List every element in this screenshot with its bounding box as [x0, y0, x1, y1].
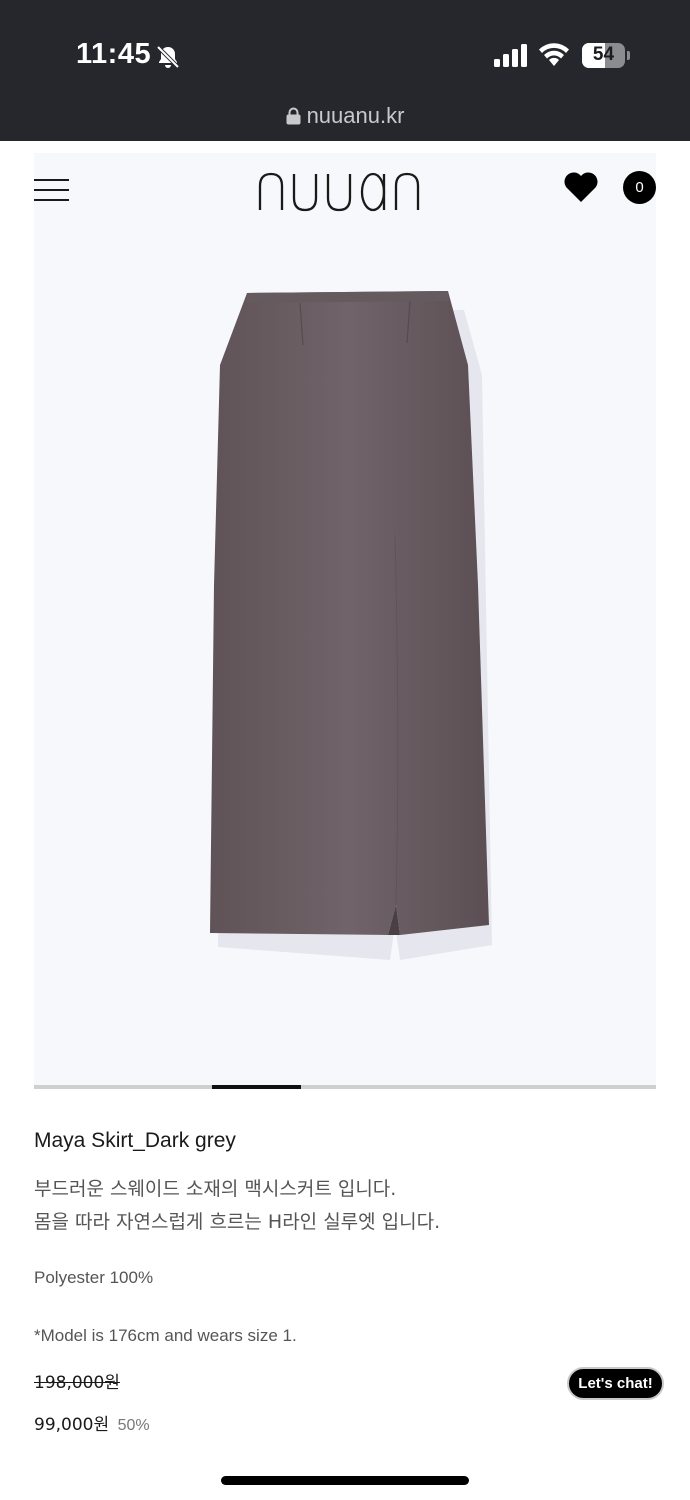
heart-icon[interactable] [563, 171, 599, 203]
bell-slash-icon [156, 45, 180, 69]
model-size-note: *Model is 176cm and wears size 1. [34, 1326, 297, 1345]
product-description-line1: 부드러운 스웨이드 소재의 맥시스커트 입니다. [34, 1178, 397, 1200]
battery-level: 54 [592, 44, 615, 65]
wifi-icon [539, 43, 569, 66]
status-bar: 11:45 54 nuuanu.kr [0, 0, 690, 141]
carousel-progress[interactable] [34, 1085, 656, 1089]
home-indicator[interactable] [221, 1476, 469, 1485]
lock-icon [286, 107, 301, 125]
cellular-signal-icon [494, 44, 527, 67]
product-material: Polyester 100% [34, 1268, 154, 1287]
product-image-skirt[interactable] [200, 285, 510, 965]
product-description-line2: 몸을 따라 자연스럽게 흐르는 H라인 실루엣 입니다. [34, 1211, 441, 1233]
status-time: 11:45 [76, 38, 152, 70]
product-description: 부드러운 스웨이드 소재의 맥시스커트 입니다. 몸을 따라 자연스럽게 흐르는… [34, 1173, 440, 1239]
carousel-progress-active [211, 1085, 301, 1089]
url-bar[interactable]: nuuanu.kr [0, 103, 690, 129]
url-text: nuuanu.kr [306, 103, 405, 128]
hamburger-menu-icon[interactable] [34, 176, 70, 204]
product-title: Maya Skirt_Dark grey [34, 1129, 236, 1152]
sale-price: 99,000원 [34, 1415, 110, 1435]
original-price: 198,000원 [34, 1373, 120, 1393]
battery-icon: 54 [582, 43, 630, 68]
discount-percent: 50% [117, 1417, 150, 1434]
sale-price-row: 99,000원 50% [34, 1410, 150, 1435]
chat-button[interactable]: Let's chat! [567, 1367, 664, 1400]
site-logo[interactable] [250, 158, 440, 222]
cart-count-badge[interactable]: 0 [623, 171, 656, 204]
